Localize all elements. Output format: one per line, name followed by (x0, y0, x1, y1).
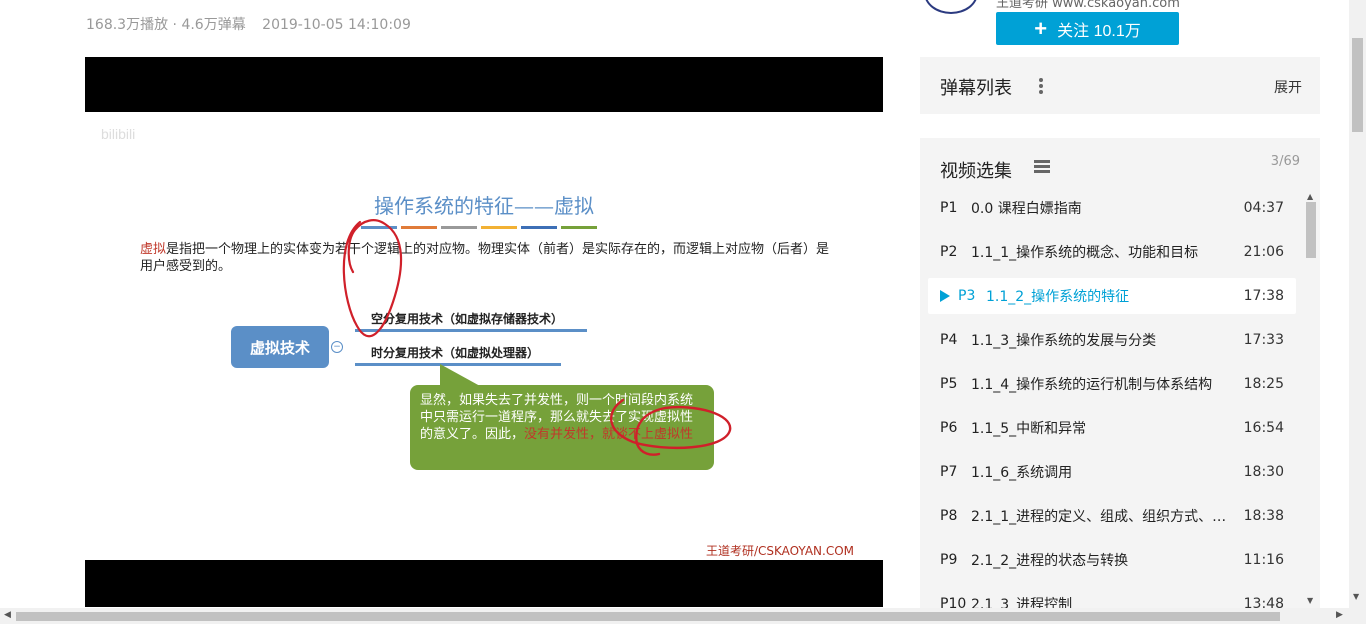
episode-item[interactable]: P5 1.1_4_操作系统的运行机制与体系结构 18:25 (928, 366, 1296, 402)
video-meta: 168.3万播放 · 4.6万弹幕 2019-10-05 14:10:09 (86, 14, 411, 34)
episode-item[interactable]: P2 1.1_1_操作系统的概念、功能和目标 21:06 (928, 234, 1296, 270)
title-bar (521, 226, 557, 229)
episode-item[interactable]: P1 0.0 课程白嫖指南 04:37 (928, 190, 1296, 226)
video-frame: bilibili 操作系统的特征——虚拟 虚拟是指把一个物理上的实体变为若干个逻… (85, 112, 883, 560)
slide-title: 操作系统的特征——虚拟 (374, 194, 594, 218)
episode-duration: 13:48 (1243, 596, 1284, 608)
episode-number: P6 (940, 420, 958, 436)
episode-title: 1.1_3_操作系统的发展与分类 (971, 333, 1157, 349)
episode-duration: 18:30 (1243, 464, 1284, 480)
episode-title: 2.1_1_进程的定义、组成、组织方式、特征 (971, 509, 1236, 525)
title-bar (401, 226, 437, 229)
follow-button[interactable]: + 关注 10.1万 (996, 12, 1179, 45)
episode-number: P8 (940, 508, 958, 524)
episode-number: P1 (940, 200, 958, 216)
episode-number: P3 (958, 288, 976, 304)
episode-title: 1.1_4_操作系统的运行机制与体系结构 (971, 377, 1213, 393)
episode-number: P10 (940, 596, 967, 608)
episode-item[interactable]: P8 2.1_1_进程的定义、组成、组织方式、特征 18:38 (928, 498, 1296, 534)
scroll-right-arrow-icon[interactable]: ▶ (1336, 610, 1343, 620)
danmaku-count: 4.6万弹幕 (181, 17, 246, 33)
episode-duration: 17:33 (1243, 332, 1284, 348)
episode-title: 1.1_1_操作系统的概念、功能和目标 (971, 245, 1199, 261)
episode-number: P7 (940, 464, 958, 480)
episode-number: P2 (940, 244, 958, 260)
scroll-up-arrow-icon[interactable]: ▲ (1307, 192, 1313, 201)
episode-number: P5 (940, 376, 958, 392)
episode-duration: 21:06 (1243, 244, 1284, 260)
more-vertical-icon[interactable] (1034, 76, 1048, 96)
definition-text: 是指把一个物理上的实体变为若干个逻辑上的对应物。物理实体（前者）是实际存在的，而… (140, 242, 830, 274)
danmaku-list-panel: 弹幕列表 展开 (920, 57, 1320, 114)
episode-item-active[interactable]: P3 1.1_2_操作系统的特征 17:38 (928, 278, 1296, 314)
highlight-word: 虚拟 (140, 242, 167, 257)
meta-separator: · (172, 17, 177, 33)
slide-definition: 虚拟是指把一个物理上的实体变为若干个逻辑上的对应物。物理实体（前者）是实际存在的… (140, 241, 830, 275)
episode-duration: 16:54 (1243, 420, 1284, 436)
uploader-avatar[interactable] (924, 0, 978, 14)
episode-list-panel: 视频选集 3/69 P1 0.0 课程白嫖指南 04:37 P2 1.1_1_操作系统的… (920, 138, 1320, 608)
episode-title: 0.0 课程白嫖指南 (971, 201, 1082, 217)
branch-space-multiplexing: 空分复用技术（如虚拟存储器技术） (371, 312, 564, 326)
bilibili-watermark: bilibili (101, 126, 136, 142)
episode-title: 2.1_2_进程的状态与转换 (971, 553, 1129, 569)
episode-item[interactable]: P9 2.1_2_进程的状态与转换 11:16 (928, 542, 1296, 578)
scrollbar-thumb[interactable] (16, 612, 1280, 621)
episode-list-title: 视频选集 (940, 161, 1012, 182)
scroll-down-arrow-icon[interactable]: ▼ (1353, 592, 1359, 601)
branch-time-multiplexing: 时分复用技术（如虚拟处理器） (371, 346, 540, 360)
title-bar (481, 226, 517, 229)
episode-list-scrollbar[interactable]: ▲ ▼ (1304, 190, 1318, 608)
episode-title: 1.1_5_中断和异常 (971, 421, 1087, 437)
collapse-node-icon: − (331, 341, 343, 353)
play-count: 168.3万播放 (86, 17, 169, 33)
episode-duration: 18:38 (1243, 508, 1284, 524)
episode-item[interactable]: P10 2.1_3_进程控制 13:48 (928, 586, 1296, 608)
episode-duration: 11:16 (1243, 552, 1284, 568)
pen-annotation (342, 219, 732, 456)
episode-duration: 18:25 (1243, 376, 1284, 392)
page-vertical-scrollbar[interactable]: ▼ (1349, 0, 1366, 608)
plus-icon: + (1034, 15, 1048, 41)
episode-duration: 17:38 (1243, 288, 1284, 304)
episode-number: P4 (940, 332, 958, 348)
episode-items: P1 0.0 课程白嫖指南 04:37 P2 1.1_1_操作系统的概念、功能和目标 21… (928, 190, 1296, 608)
video-player[interactable]: bilibili 操作系统的特征——虚拟 虚拟是指把一个物理上的实体变为若干个逻… (85, 57, 883, 607)
danmaku-list-title: 弹幕列表 (940, 78, 1012, 99)
slide-title-bars (361, 226, 597, 229)
playing-icon (940, 290, 950, 302)
follow-label: 关注 10.1万 (1057, 22, 1141, 40)
list-icon[interactable] (1034, 160, 1050, 174)
title-bar (561, 226, 597, 229)
slide-callout: 显然，如果失去了并发性，则一个时间段内系统中只需运行一道程序，那么就失去了实现虚… (410, 385, 714, 470)
scrollbar-thumb[interactable] (1352, 38, 1363, 132)
page-horizontal-scrollbar[interactable]: ◀ ▶ (0, 608, 1366, 624)
episode-count: 3/69 (1270, 154, 1300, 169)
scroll-left-arrow-icon[interactable]: ◀ (4, 610, 11, 620)
virtual-tech-node: 虚拟技术 (231, 326, 329, 368)
branch-underline (355, 329, 587, 332)
episode-duration: 04:37 (1243, 200, 1284, 216)
scrollbar-thumb[interactable] (1306, 202, 1316, 258)
episode-item[interactable]: P7 1.1_6_系统调用 18:30 (928, 454, 1296, 490)
title-bar (361, 226, 397, 229)
episode-title: 1.1_6_系统调用 (971, 465, 1073, 481)
episode-number: P9 (940, 552, 958, 568)
episode-item[interactable]: P6 1.1_5_中断和异常 16:54 (928, 410, 1296, 446)
episode-item[interactable]: P4 1.1_3_操作系统的发展与分类 17:33 (928, 322, 1296, 358)
episode-title: 1.1_2_操作系统的特征 (986, 289, 1130, 305)
callout-emphasis: 没有并发性，就谈不上虚拟性 (524, 427, 694, 442)
publish-date: 2019-10-05 14:10:09 (262, 17, 411, 33)
title-bar (441, 226, 477, 229)
episode-title: 2.1_3_进程控制 (971, 597, 1073, 608)
danmaku-expand-button[interactable]: 展开 (1274, 77, 1302, 97)
callout-tail (440, 364, 480, 386)
slide-footer-brand: 王道考研/CSKAOYAN.COM (705, 544, 854, 558)
uploader-name[interactable]: 王道考研 www.cskaoyan.com (996, 0, 1180, 11)
scroll-down-arrow-icon[interactable]: ▼ (1307, 596, 1313, 605)
